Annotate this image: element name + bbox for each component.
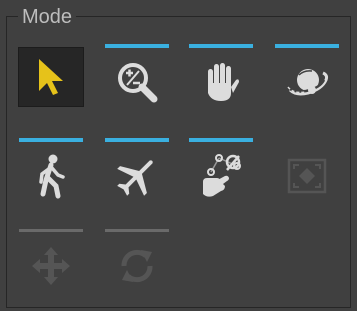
hand-measure-icon (203, 154, 241, 197)
zoom-plus-minus-icon (118, 63, 158, 103)
fly-mode-indicator (105, 138, 169, 142)
fit-frame-icon (287, 158, 327, 194)
pan-mode-indicator (189, 44, 253, 48)
rotate-arrows-icon (121, 249, 153, 283)
measure-mode-button[interactable] (188, 138, 254, 206)
move-mode-indicator (19, 229, 83, 232)
fit-view-mode-button[interactable] (274, 146, 340, 206)
move-arrows-icon (32, 247, 70, 285)
hand-icon (208, 63, 239, 101)
walking-person-icon (39, 154, 65, 199)
airplane-icon (117, 160, 153, 196)
select-mode-button[interactable] (18, 47, 84, 107)
zoom-mode-indicator (105, 44, 169, 48)
walk-mode-indicator (19, 138, 83, 142)
rotate-mode-button[interactable] (104, 229, 170, 296)
walk-mode-button[interactable] (18, 138, 84, 206)
mode-group-title: Mode (18, 6, 77, 28)
orbit-planet-icon (285, 69, 329, 96)
rotate-mode-indicator (105, 229, 169, 232)
arrow-cursor-icon (39, 59, 63, 95)
pan-mode-button[interactable] (188, 44, 254, 112)
measure-mode-indicator (189, 138, 253, 142)
zoom-mode-button[interactable] (104, 44, 170, 112)
orbit-mode-indicator (275, 44, 339, 48)
fly-mode-button[interactable] (104, 138, 170, 206)
orbit-mode-button[interactable] (274, 44, 340, 112)
move-mode-button[interactable] (18, 229, 84, 296)
